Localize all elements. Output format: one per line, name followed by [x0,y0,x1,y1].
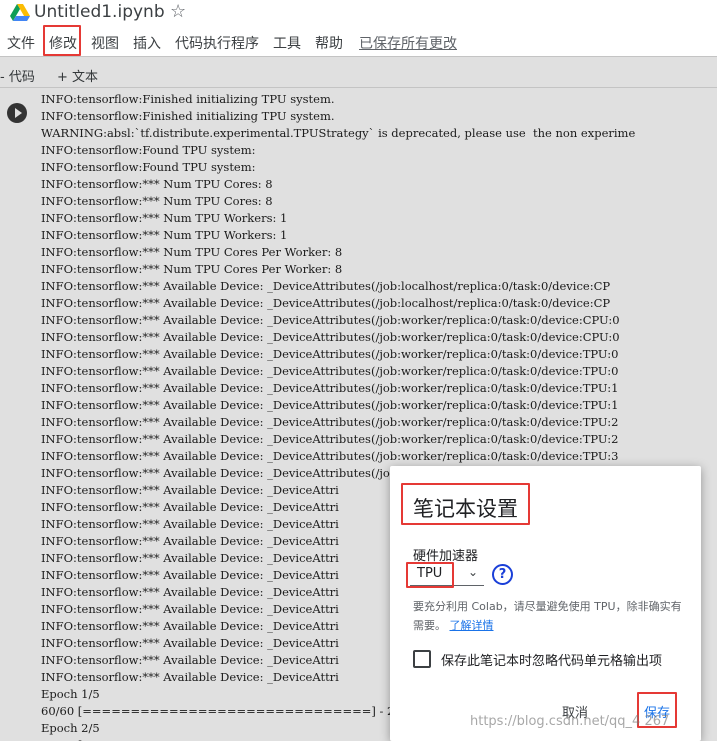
menu-file[interactable]: 文件 [7,33,35,53]
chevron-down-icon: ⌄ [468,565,479,579]
menu-help[interactable]: 帮助 [315,33,343,53]
star-icon[interactable]: ☆ [170,1,186,22]
omit-output-checkbox[interactable] [413,650,431,668]
help-icon[interactable]: ? [492,564,513,585]
saved-status-link[interactable]: 已保存所有更改 [359,33,457,53]
menu-edit[interactable]: 修改 [49,33,77,53]
notebook-settings-dialog: 笔记本设置 硬件加速器 TPU ⌄ ? 要充分利用 Colab，请尽量避免使用 … [390,466,701,741]
hardware-accelerator-label: 硬件加速器 [413,549,479,564]
title-bar: Untitled1.ipynb ☆ [0,0,717,28]
menu-view[interactable]: 视图 [91,33,119,53]
watermark: https://blog.csdn.net/qq_4 267 [470,714,670,729]
dialog-title: 笔记本设置 [413,497,518,521]
menu-insert[interactable]: 插入 [133,33,161,53]
omit-output-label: 保存此笔记本时忽略代码单元格输出项 [441,654,663,669]
hardware-accelerator-select[interactable]: TPU ⌄ [410,564,484,586]
menu-runtime[interactable]: 代码执行程序 [175,33,259,53]
google-drive-icon [10,4,30,21]
notebook-title[interactable]: Untitled1.ipynb [34,2,165,22]
accelerator-description: 要充分利用 Colab，请尽量避免使用 TPU，除非确实有需要。 了解详情 [413,597,683,635]
learn-more-link[interactable]: 了解详情 [450,619,494,632]
accelerator-value: TPU [417,566,443,581]
menu-bar: 文件 修改 视图 插入 代码执行程序 工具 帮助 已保存所有更改 [0,30,717,54]
menu-tools[interactable]: 工具 [273,33,301,53]
